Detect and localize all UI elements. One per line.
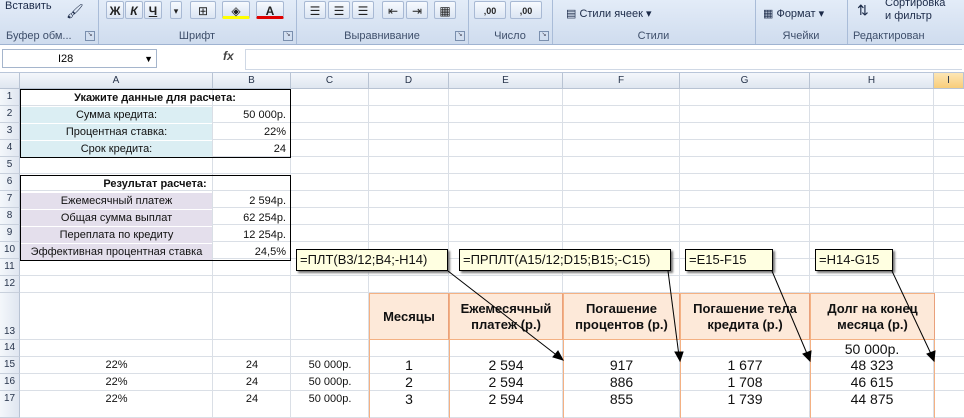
align-right-icon: ☰ xyxy=(357,4,369,18)
align-left-icon: ☰ xyxy=(309,4,321,18)
arrow-ipmt xyxy=(667,270,680,357)
alignment-launcher-icon[interactable]: ↘ xyxy=(455,31,465,41)
font-launcher-icon[interactable]: ↘ xyxy=(283,31,293,41)
cells-label: Ячейки xyxy=(782,30,820,42)
bold-button[interactable]: Ж xyxy=(106,1,124,19)
format-painter-icon[interactable]: 🖌 xyxy=(66,3,84,20)
cell-styles-icon: ▤ xyxy=(566,8,580,20)
paste-button[interactable]: Вставить xyxy=(5,0,52,12)
cells-group: ▦ Формат ▾ Ячейки xyxy=(755,0,848,44)
arrow-pmt xyxy=(447,270,560,358)
clipboard-label: Буфер обм... xyxy=(6,30,72,42)
merge-icon: ▦ xyxy=(439,4,451,18)
formula-bar: I28 ▼ fx xyxy=(0,45,964,73)
arrow-principal xyxy=(771,270,809,357)
outdent-icon: ⇥ xyxy=(411,4,423,18)
styles-label: Стили xyxy=(637,30,670,42)
editing-label: Редактирован xyxy=(853,30,925,42)
font-group: Ж К Ч ▾ ⊞ ◈ A Шрифт ↘ xyxy=(98,0,297,44)
underline-button[interactable]: Ч xyxy=(144,1,162,19)
increase-decimal-button[interactable]: ‚00 xyxy=(474,1,506,19)
cell-styles-button[interactable]: ▤ Стили ячеек ▾ xyxy=(566,7,652,20)
number-launcher-icon[interactable]: ↘ xyxy=(539,31,549,41)
increase-indent-button[interactable]: ⇥ xyxy=(406,1,428,19)
align-right-button[interactable]: ☰ xyxy=(352,1,374,19)
alignment-label: Выравнивание xyxy=(344,30,420,42)
formula-input[interactable] xyxy=(245,49,962,70)
sort-filter-button-line1[interactable]: Сортировка xyxy=(885,0,945,9)
alignment-group: ☰ ☰ ☰ ⇤ ⇥ ▦ Выравнивание ↘ xyxy=(296,0,469,44)
insert-function-icon[interactable]: fx xyxy=(223,49,234,63)
merge-cells-button[interactable]: ▦ xyxy=(434,1,456,19)
ribbon: Вставить 🖌 Буфер обм... ↘ Ж К Ч ▾ ⊞ ◈ A … xyxy=(0,0,964,45)
styles-group: ▤ Стили ячеек ▾ Стили xyxy=(552,0,756,44)
format-icon: ▦ xyxy=(763,8,777,20)
arrow-head xyxy=(926,350,936,363)
font-color-icon: A xyxy=(265,4,275,18)
align-left-button[interactable]: ☰ xyxy=(304,1,326,19)
format-label: Формат xyxy=(776,8,816,20)
align-center-button[interactable]: ☰ xyxy=(328,1,350,19)
arrow-head xyxy=(552,350,565,361)
name-box[interactable]: I28 ▼ xyxy=(2,49,157,68)
indent-icon: ⇤ xyxy=(387,4,399,18)
editing-group: ⇅ Сортировка и фильтр Редактирован xyxy=(847,0,964,44)
arrow-head xyxy=(802,350,812,363)
italic-button[interactable]: К xyxy=(125,1,143,19)
borders-icon: ⊞ xyxy=(197,4,209,18)
font-color-button[interactable]: A xyxy=(256,1,284,19)
arrow-head xyxy=(674,351,684,363)
name-box-value: I28 xyxy=(58,53,74,65)
sort-filter-icon[interactable]: ⇅ xyxy=(857,2,869,19)
arrow-debt xyxy=(891,270,933,357)
clipboard-group: Вставить 🖌 Буфер обм... ↘ xyxy=(0,0,99,44)
clipboard-launcher-icon[interactable]: ↘ xyxy=(85,31,95,41)
sort-filter-button-line2[interactable]: и фильтр xyxy=(885,10,932,22)
underline-dropdown-icon[interactable]: ▾ xyxy=(170,1,182,19)
font-label: Шрифт xyxy=(178,30,216,42)
format-button[interactable]: ▦ Формат ▾ xyxy=(763,7,824,20)
fx-area: fx xyxy=(165,49,243,68)
align-center-icon: ☰ xyxy=(333,4,345,18)
decrease-indent-button[interactable]: ⇤ xyxy=(382,1,404,19)
borders-button[interactable]: ⊞ xyxy=(190,1,216,19)
cell-styles-label: Стили ячеек xyxy=(579,8,643,20)
worksheet-grid[interactable]: ABCDEFGHI 1 2 3 4 5 6 7 8 9 10 11 12 13 14 15 16 17 Укаж… xyxy=(0,73,964,418)
number-group: ‚00 ,00 Число ↘ xyxy=(468,0,553,44)
fill-color-button[interactable]: ◈ xyxy=(222,1,250,19)
name-box-dropdown-icon[interactable]: ▼ xyxy=(144,50,153,69)
fill-bucket-icon: ◈ xyxy=(231,4,241,18)
comment-arrows xyxy=(447,270,936,363)
decrease-decimal-button[interactable]: ,00 xyxy=(510,1,542,19)
